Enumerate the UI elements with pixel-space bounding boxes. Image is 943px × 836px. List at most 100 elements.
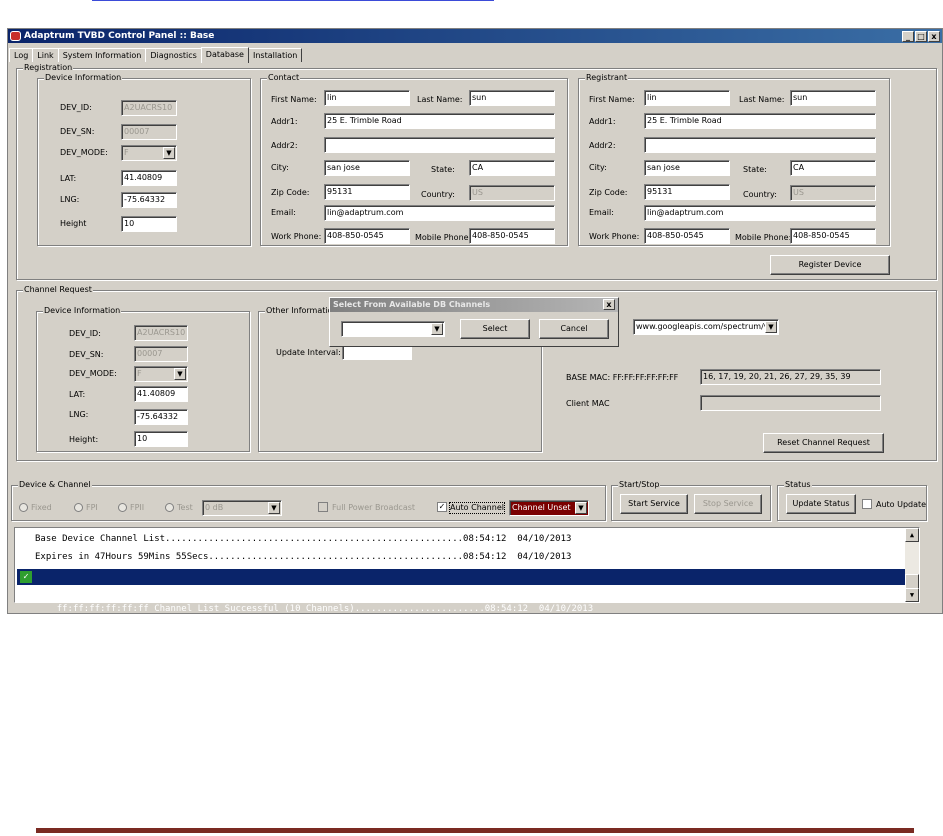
contact-addr1-input[interactable]: 25 E. Trimble Road: [324, 113, 555, 129]
power-select: 0 dB ▼: [202, 500, 282, 516]
cr-lng-input[interactable]: -75.64332: [134, 409, 188, 425]
stop-service-button[interactable]: Stop Service: [694, 494, 762, 514]
dialog-channel-select[interactable]: ▼: [341, 321, 445, 337]
contact-last-name-input[interactable]: sun: [469, 90, 555, 106]
radio-test[interactable]: [165, 503, 174, 512]
auto-channel-checkbox[interactable]: ✓: [437, 502, 447, 512]
tab-log[interactable]: Log: [9, 48, 34, 62]
base-mac-label: BASE MAC: FF:FF:FF:FF:FF:FF: [566, 373, 679, 382]
registrant-work-phone-label: Work Phone:: [589, 232, 640, 241]
contact-work-phone-input[interactable]: 408-850-0545: [324, 228, 410, 244]
registrant-email-input[interactable]: lin@adaptrum.com: [644, 205, 876, 221]
auto-update-label: Auto Update: [876, 500, 927, 509]
registrant-city-input[interactable]: san jose: [644, 160, 730, 176]
log-row[interactable]: Expires in 47Hours 59Mins 55Secs........…: [17, 549, 905, 565]
title-bar: Adaptrum TVBD Control Panel :: Base _ □ x: [8, 29, 942, 43]
base-mac-channels-field: 16, 17, 19, 20, 21, 26, 27, 29, 35, 39: [700, 369, 881, 385]
radio-fpi[interactable]: [74, 503, 83, 512]
tab-installation[interactable]: Installation: [247, 48, 303, 62]
dialog-select-button[interactable]: Select: [460, 319, 530, 339]
registrant-state-input[interactable]: CA: [790, 160, 876, 176]
contact-state-input[interactable]: CA: [469, 160, 555, 176]
contact-addr2-input[interactable]: [324, 137, 555, 153]
log-row-text: ff:ff:ff:ff:ff:ff Channel List Successfu…: [56, 604, 594, 614]
cr-dev-sn-field: 00007: [134, 346, 188, 362]
device-channel-legend: Device & Channel: [18, 480, 92, 490]
auto-update-checkbox[interactable]: [862, 499, 872, 509]
lng-label: LNG:: [60, 195, 80, 204]
device-channel-group: Device & Channel Fixed FPI FPII Test 0 d…: [11, 480, 606, 521]
close-button[interactable]: x: [928, 31, 940, 42]
start-stop-group: Start/Stop Start Service Stop Service: [611, 480, 771, 521]
registrant-work-phone-input[interactable]: 408-850-0545: [644, 228, 730, 244]
radio-fixed[interactable]: [19, 503, 28, 512]
log-row-selected[interactable]: ✓ ff:ff:ff:ff:ff:ff Channel List Success…: [17, 569, 905, 614]
status-legend: Status: [784, 480, 812, 490]
registrant-country-label: Country:: [743, 190, 777, 199]
dev-sn-field: 00007: [121, 124, 177, 140]
dialog-cancel-button[interactable]: Cancel: [539, 319, 609, 339]
contact-mobile-phone-input[interactable]: 408-850-0545: [469, 228, 555, 244]
scroll-up-icon[interactable]: ▲: [905, 528, 919, 542]
radio-fpii[interactable]: [118, 503, 127, 512]
contact-first-name-input[interactable]: lin: [324, 90, 410, 106]
start-stop-legend: Start/Stop: [618, 480, 661, 490]
url-select-value: www.googleapis.com/spectrum/v0: [636, 322, 774, 331]
registrant-addr1-input[interactable]: 25 E. Trimble Road: [644, 113, 876, 129]
lng-input[interactable]: -75.64332: [121, 192, 177, 208]
minimize-button[interactable]: _: [902, 31, 914, 42]
radio-fpii-label: FPII: [130, 503, 145, 512]
registrant-last-name-input[interactable]: sun: [790, 90, 876, 106]
scroll-down-icon[interactable]: ▼: [905, 588, 919, 602]
dialog-title-bar: Select From Available DB Channels x: [330, 298, 618, 312]
log-list[interactable]: Base Device Channel List................…: [14, 527, 920, 614]
register-device-button[interactable]: Register Device: [770, 255, 890, 275]
lat-input[interactable]: 41.40809: [121, 170, 177, 186]
chevron-down-icon: ▼: [575, 502, 587, 514]
auto-channel-label: Auto Channel: [449, 502, 505, 514]
registrant-zip-input[interactable]: 95131: [644, 184, 730, 200]
registrant-first-name-label: First Name:: [589, 95, 635, 104]
cr-height-input[interactable]: 10: [134, 431, 188, 447]
reg-device-info-group: Device Information DEV_ID: A2UACRS10 DEV…: [37, 73, 251, 246]
registrant-group: Registrant First Name: lin Last Name: su…: [578, 73, 890, 246]
chevron-down-icon: ▼: [765, 321, 777, 333]
dev-mode-select: F ▼: [121, 145, 177, 161]
reset-channel-request-button[interactable]: Reset Channel Request: [763, 433, 884, 453]
dialog-close-button[interactable]: x: [603, 299, 615, 310]
cr-dev-mode-select: F ▼: [134, 366, 188, 382]
cr-lat-input[interactable]: 41.40809: [134, 386, 188, 402]
registrant-addr1-label: Addr1:: [589, 117, 616, 126]
url-select[interactable]: www.googleapis.com/spectrum/v0 ▼: [633, 319, 779, 335]
other-information-legend: Other Information: [265, 306, 339, 316]
status-group: Status Update Status Auto Update: [777, 480, 927, 521]
start-service-button[interactable]: Start Service: [620, 494, 688, 514]
contact-email-label: Email:: [271, 208, 296, 217]
registrant-mobile-phone-input[interactable]: 408-850-0545: [790, 228, 876, 244]
tab-diagnostics[interactable]: Diagnostics: [145, 48, 202, 62]
channel-request-legend: Channel Request: [23, 285, 93, 295]
tab-system-information[interactable]: System Information: [57, 48, 147, 62]
footer-rule: [36, 828, 914, 833]
cr-dev-sn-label: DEV_SN:: [69, 350, 104, 359]
channel-select[interactable]: Channel Unset ▼: [509, 500, 589, 516]
registrant-addr2-input[interactable]: [644, 137, 876, 153]
chevron-down-icon: ▼: [163, 147, 175, 159]
cr-device-info-group: Device Information DEV_ID: A2UACRS10 DEV…: [36, 306, 250, 452]
registration-legend: Registration: [23, 63, 74, 73]
app-icon: [10, 31, 21, 41]
log-scrollbar[interactable]: ▲ ▼: [905, 528, 919, 602]
tab-database[interactable]: Database: [200, 47, 249, 63]
registrant-first-name-input[interactable]: lin: [644, 90, 730, 106]
contact-email-input[interactable]: lin@adaptrum.com: [324, 205, 555, 221]
contact-zip-input[interactable]: 95131: [324, 184, 410, 200]
log-row[interactable]: Base Device Channel List................…: [17, 531, 905, 547]
height-label: Height: [60, 219, 87, 228]
height-input[interactable]: 10: [121, 216, 177, 232]
maximize-button[interactable]: □: [915, 31, 927, 42]
update-status-button[interactable]: Update Status: [786, 494, 856, 514]
contact-city-input[interactable]: san jose: [324, 160, 410, 176]
contact-country-label: Country:: [421, 190, 455, 199]
tab-link[interactable]: Link: [32, 48, 59, 62]
full-power-checkbox[interactable]: [318, 502, 328, 512]
